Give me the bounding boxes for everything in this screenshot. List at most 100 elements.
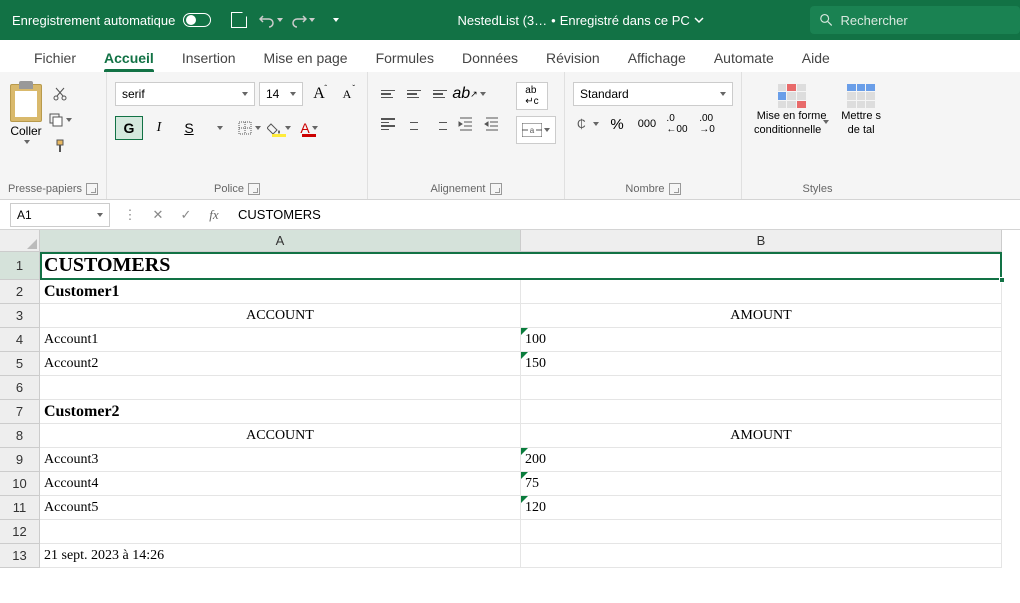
tab-file[interactable]: Fichier <box>20 44 90 72</box>
alignment-launcher[interactable] <box>490 183 502 195</box>
tab-automate[interactable]: Automate <box>700 44 788 72</box>
font-launcher[interactable] <box>248 183 260 195</box>
format-table-button[interactable]: Mettre s de tal <box>837 82 885 138</box>
autosave-toggle[interactable] <box>183 13 211 27</box>
number-launcher[interactable] <box>669 183 681 195</box>
row-header[interactable]: 13 <box>0 544 40 568</box>
cell-a7[interactable]: Customer2 <box>40 400 521 424</box>
cell-a3[interactable]: ACCOUNT <box>40 304 521 328</box>
row-header[interactable]: 12 <box>0 520 40 544</box>
col-header-a[interactable]: A <box>40 230 521 252</box>
filename-area[interactable]: NestedList (3… • Enregistré dans ce PC <box>351 13 810 28</box>
cell-b8[interactable]: AMOUNT <box>521 424 1002 448</box>
format-painter-button[interactable] <box>48 134 72 158</box>
tab-page-layout[interactable]: Mise en page <box>250 44 362 72</box>
cut-button[interactable] <box>48 82 72 106</box>
search-input[interactable] <box>840 13 1010 28</box>
underline-button[interactable]: S <box>175 116 203 140</box>
fx-dots[interactable]: ⋮ <box>116 203 144 227</box>
cell-a10[interactable]: Account4 <box>40 472 521 496</box>
conditional-formatting-button[interactable]: Mise en forme conditionnelle <box>750 82 833 138</box>
select-all-corner[interactable] <box>0 230 40 252</box>
cell-a1[interactable]: CUSTOMERS <box>40 252 1002 280</box>
cell-b6[interactable] <box>521 376 1002 400</box>
cell-b7[interactable] <box>521 400 1002 424</box>
accounting-button[interactable]: ₵ <box>573 112 601 136</box>
cell-a11[interactable]: Account5 <box>40 496 521 520</box>
tab-data[interactable]: Données <box>448 44 532 72</box>
row-header[interactable]: 1 <box>0 252 40 280</box>
valign-top[interactable] <box>376 82 400 106</box>
cell-b11[interactable]: 120 <box>521 496 1002 520</box>
percent-button[interactable]: % <box>603 112 631 136</box>
save-button[interactable] <box>223 4 255 36</box>
col-header-b[interactable]: B <box>521 230 1002 252</box>
bold-button[interactable]: G <box>115 116 143 140</box>
wrap-text-button[interactable]: ab↵c <box>516 82 548 110</box>
undo-button[interactable] <box>255 4 287 36</box>
cell-a13[interactable]: 21 sept. 2023 à 14:26 <box>40 544 521 568</box>
fill-color-button[interactable] <box>265 116 293 140</box>
underline-more[interactable] <box>205 116 233 140</box>
merge-button[interactable]: a <box>516 116 556 144</box>
tab-formulas[interactable]: Formules <box>362 44 448 72</box>
cell-a6[interactable] <box>40 376 521 400</box>
italic-button[interactable]: I <box>145 116 173 140</box>
row-header[interactable]: 4 <box>0 328 40 352</box>
qat-overflow[interactable] <box>319 4 351 36</box>
number-format-select[interactable]: Standard <box>573 82 733 106</box>
tab-help[interactable]: Aide <box>788 44 844 72</box>
row-header[interactable]: 6 <box>0 376 40 400</box>
font-family-select[interactable]: serif <box>115 82 255 106</box>
valign-bottom[interactable] <box>428 82 452 106</box>
increase-font-button[interactable]: Aˆ <box>307 82 331 106</box>
redo-button[interactable] <box>287 4 319 36</box>
cell-b3[interactable]: AMOUNT <box>521 304 1002 328</box>
row-header[interactable]: 2 <box>0 280 40 304</box>
tab-view[interactable]: Affichage <box>614 44 700 72</box>
cell-b9[interactable]: 200 <box>521 448 1002 472</box>
name-box[interactable]: A1 <box>10 203 110 227</box>
fx-enter[interactable]: ✓ <box>172 203 200 227</box>
valign-middle[interactable] <box>402 82 426 106</box>
halign-center[interactable] <box>402 112 426 136</box>
cell-a4[interactable]: Account1 <box>40 328 521 352</box>
cell-a8[interactable]: ACCOUNT <box>40 424 521 448</box>
cell-a12[interactable] <box>40 520 521 544</box>
row-header[interactable]: 3 <box>0 304 40 328</box>
row-header[interactable]: 11 <box>0 496 40 520</box>
cell-a9[interactable]: Account3 <box>40 448 521 472</box>
font-size-select[interactable]: 14 <box>259 82 303 106</box>
halign-left[interactable] <box>376 112 400 136</box>
halign-right[interactable] <box>428 112 452 136</box>
fx-cancel[interactable]: ✕ <box>144 203 172 227</box>
search-box[interactable] <box>810 6 1020 34</box>
indent-increase[interactable] <box>480 112 504 136</box>
borders-button[interactable] <box>235 116 263 140</box>
cell-a2[interactable]: Customer1 <box>40 280 521 304</box>
cell-b5[interactable]: 150 <box>521 352 1002 376</box>
tab-home[interactable]: Accueil <box>90 44 168 72</box>
cell-b12[interactable] <box>521 520 1002 544</box>
fill-handle[interactable] <box>999 277 1005 283</box>
cell-a5[interactable]: Account2 <box>40 352 521 376</box>
row-header[interactable]: 8 <box>0 424 40 448</box>
row-header[interactable]: 9 <box>0 448 40 472</box>
row-header[interactable]: 7 <box>0 400 40 424</box>
copy-button[interactable] <box>48 108 72 132</box>
clipboard-launcher[interactable] <box>86 183 98 195</box>
row-header[interactable]: 5 <box>0 352 40 376</box>
tab-insert[interactable]: Insertion <box>168 44 250 72</box>
decrease-font-button[interactable]: Aˇ <box>335 82 359 106</box>
indent-decrease[interactable] <box>454 112 478 136</box>
formula-input[interactable]: CUSTOMERS <box>228 207 1020 222</box>
cell-b2[interactable] <box>521 280 1002 304</box>
fx-button[interactable]: fx <box>200 203 228 227</box>
paste-button[interactable]: Coller <box>8 82 44 146</box>
cell-b10[interactable]: 75 <box>521 472 1002 496</box>
decrease-decimal-button[interactable]: .00→0 <box>693 112 721 136</box>
thousands-button[interactable]: 000 <box>633 112 661 136</box>
orientation-button[interactable]: ab↗ <box>454 82 484 106</box>
cell-b4[interactable]: 100 <box>521 328 1002 352</box>
cell-b13[interactable] <box>521 544 1002 568</box>
